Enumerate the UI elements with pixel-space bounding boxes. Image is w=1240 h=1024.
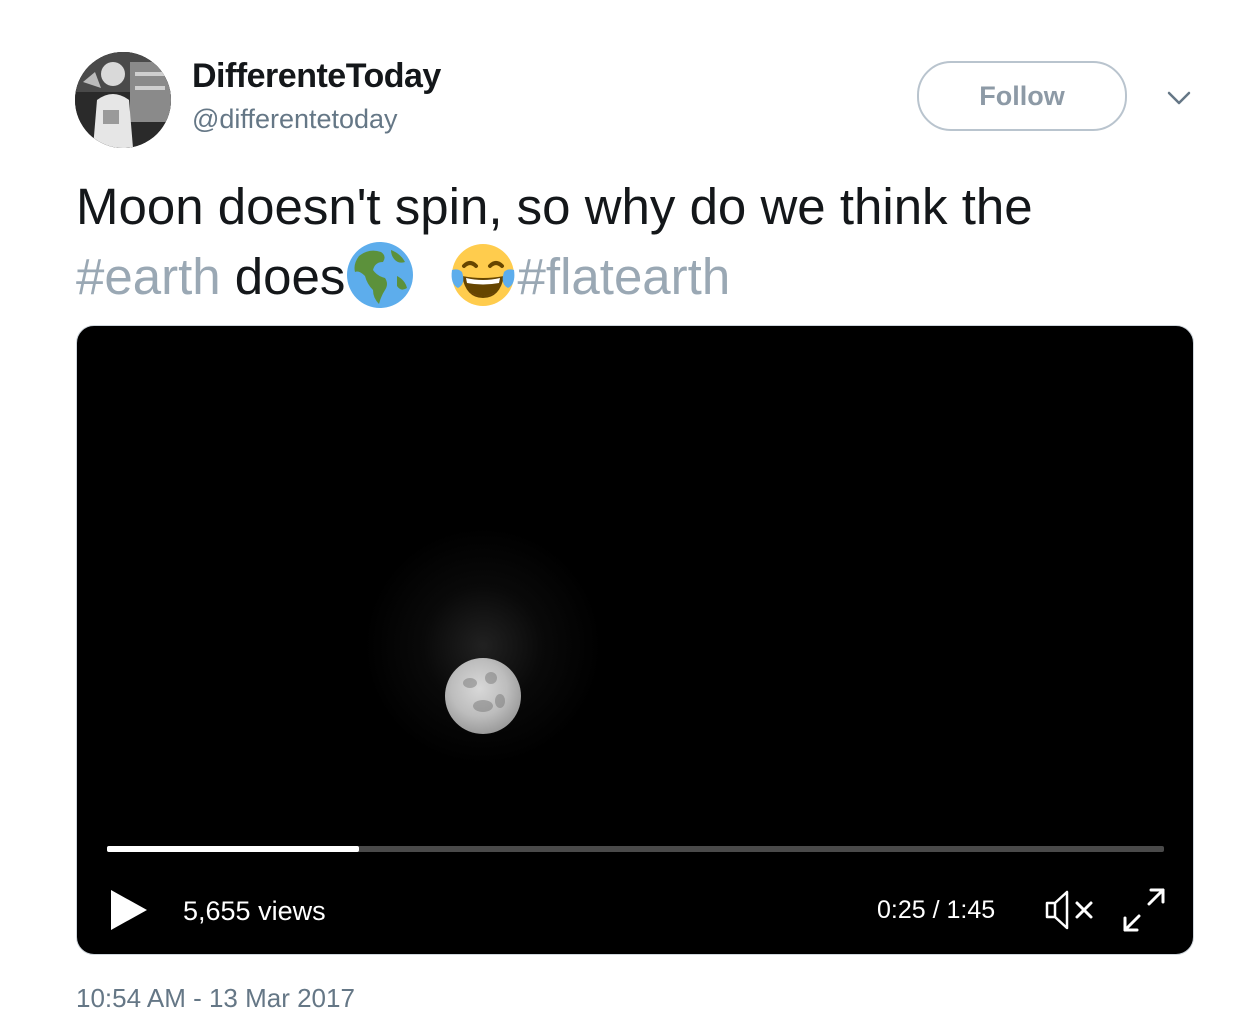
play-icon[interactable] bbox=[109, 888, 149, 932]
video-progress-fill bbox=[107, 846, 359, 852]
video-player[interactable]: 5,655 views 0:25 / 1:45 bbox=[76, 325, 1194, 955]
profile-photo bbox=[75, 52, 171, 148]
tweet-timestamp[interactable]: 10:54 AM - 13 Mar 2017 bbox=[76, 983, 355, 1014]
author-display-name[interactable]: DifferenteToday bbox=[192, 57, 441, 96]
hashtag-link[interactable]: #flatearth bbox=[518, 248, 731, 305]
chevron-down-icon[interactable] bbox=[1164, 86, 1194, 110]
fullscreen-icon[interactable] bbox=[1121, 888, 1167, 932]
tweet-text-word: does bbox=[234, 248, 346, 305]
moon-image bbox=[445, 658, 521, 734]
follow-button[interactable]: Follow bbox=[917, 61, 1127, 131]
hashtag-link[interactable]: #earth bbox=[76, 248, 221, 305]
tweet-text-line: Moon doesn't spin, so why do we think th… bbox=[76, 178, 1033, 235]
video-progress-bar[interactable] bbox=[107, 846, 1164, 852]
avatar[interactable] bbox=[75, 52, 171, 148]
view-count: 5,655 views bbox=[183, 896, 326, 926]
tweet-text: Moon doesn't spin, so why do we think th… bbox=[76, 174, 1196, 310]
tears-of-joy-icon bbox=[448, 240, 518, 310]
earth-globe-icon bbox=[345, 240, 415, 310]
author-handle[interactable]: @differentetoday bbox=[192, 104, 398, 135]
video-time: 0:25 / 1:45 bbox=[877, 896, 996, 924]
muted-speaker-icon[interactable] bbox=[1043, 888, 1099, 932]
